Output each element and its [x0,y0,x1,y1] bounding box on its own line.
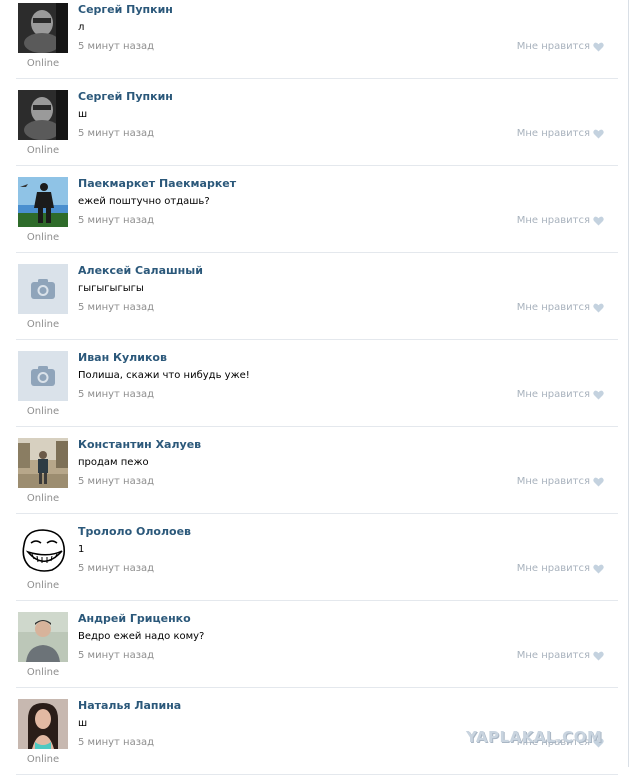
like-button[interactable]: Мне нравится [517,302,604,313]
like-button[interactable]: Мне нравится [517,476,604,487]
online-status: Online [26,493,60,504]
comment-item: Online Константин Халуев продам пежо 5 мину… [0,435,628,522]
online-status: Online [26,58,60,69]
comment-time-link[interactable]: 5 минут назад [78,302,154,313]
heart-icon [593,129,604,139]
comment-author-link[interactable]: Паекмаркет Паекмаркет [78,177,236,190]
divider [16,165,618,166]
watermark: YAPLAKAL.COM [466,728,603,746]
comment-author-link[interactable]: Трололо Ололоев [78,525,191,538]
like-button[interactable]: Мне нравится [517,563,604,574]
divider [16,339,618,340]
comment-time-link[interactable]: 5 минут назад [78,476,154,487]
comment-text: ежей поштучно отдашь? [78,196,210,207]
page-border [628,0,629,767]
comment-item: Online Паекмаркет Паекмаркет ежей поштучно… [0,174,628,261]
like-label: Мне нравится [516,389,590,400]
avatar[interactable] [18,612,68,662]
like-button[interactable]: Мне нравится [517,41,604,52]
comment-item: Online Сергей Пупкин ш 5 минут назад Мне нра… [0,87,628,174]
online-status: Online [26,580,60,591]
comment-time-link[interactable]: 5 минут назад [78,650,154,661]
divider [16,687,618,688]
avatar[interactable] [18,177,68,227]
comment-text: Ведро ежей надо кому? [78,631,205,642]
comment-text: л [78,22,85,33]
comment-time-link[interactable]: 5 минут назад [78,128,154,139]
comment-text: Полиша, скажи что нибудь уже! [78,370,250,381]
divider [16,252,618,253]
like-label: Мне нравится [516,650,590,661]
comment-text: ш [78,718,88,729]
comments-list: Online Сергей Пупкин л 5 минут назад Мне нра… [0,0,628,783]
like-label: Мне нравится [516,476,590,487]
online-status: Online [26,406,60,417]
comment-time-link[interactable]: 5 минут назад [78,389,154,400]
like-label: Мне нравится [516,563,590,574]
comment-item: Online Андрей Гриценко Ведро ежей надо ком… [0,609,628,696]
comment-author-link[interactable]: Наталья Лапина [78,699,181,712]
like-label: Мне нравится [516,302,590,313]
online-status: Online [26,232,60,243]
comment-text: ш [78,109,88,120]
like-label: Мне нравится [516,41,590,52]
avatar[interactable] [18,264,68,314]
avatar[interactable] [18,525,68,575]
comment-author-link[interactable]: Константин Халуев [78,438,201,451]
divider [16,78,618,79]
heart-icon [593,651,604,661]
like-button[interactable]: Мне нравится [517,215,604,226]
divider [16,774,618,775]
avatar[interactable] [18,699,68,749]
heart-icon [593,42,604,52]
comment-author-link[interactable]: Сергей Пупкин [78,90,173,103]
comment-text: 1 [78,544,85,555]
avatar[interactable] [18,438,68,488]
like-button[interactable]: Мне нравится [517,389,604,400]
comment-time-link[interactable]: 5 минут назад [78,41,154,52]
online-status: Online [26,754,60,765]
comment-item: Online Трололо Ололоев 1 5 минут назад Мне н… [0,522,628,609]
comment-text: продам пежо [78,457,149,468]
heart-icon [593,216,604,226]
like-label: Мне нравится [516,215,590,226]
divider [16,600,618,601]
comment-time-link[interactable]: 5 минут назад [78,563,154,574]
online-status: Online [26,319,60,330]
like-button[interactable]: Мне нравится [517,650,604,661]
heart-icon [593,477,604,487]
comment-item: Online Алексей Салашный гыгыгыгыгы 5 минут … [0,261,628,348]
like-label: Мне нравится [516,128,590,139]
comment-time-link[interactable]: 5 минут назад [78,737,154,748]
divider [16,426,618,427]
heart-icon [593,564,604,574]
like-button[interactable]: Мне нравится [517,128,604,139]
comment-author-link[interactable]: Алексей Салашный [78,264,203,277]
online-status: Online [26,667,60,678]
avatar[interactable] [18,351,68,401]
divider [16,513,618,514]
comment-item: Online Сергей Пупкин л 5 минут назад Мне нра… [0,0,628,87]
heart-icon [593,303,604,313]
comment-item: Online Иван Куликов Полиша, скажи что нибу… [0,348,628,435]
comment-author-link[interactable]: Сергей Пупкин [78,3,173,16]
comment-text: гыгыгыгыгы [78,283,144,294]
heart-icon [593,390,604,400]
avatar[interactable] [18,90,68,140]
avatar[interactable] [18,3,68,53]
comment-time-link[interactable]: 5 минут назад [78,215,154,226]
online-status: Online [26,145,60,156]
comment-author-link[interactable]: Андрей Гриценко [78,612,191,625]
comment-author-link[interactable]: Иван Куликов [78,351,167,364]
